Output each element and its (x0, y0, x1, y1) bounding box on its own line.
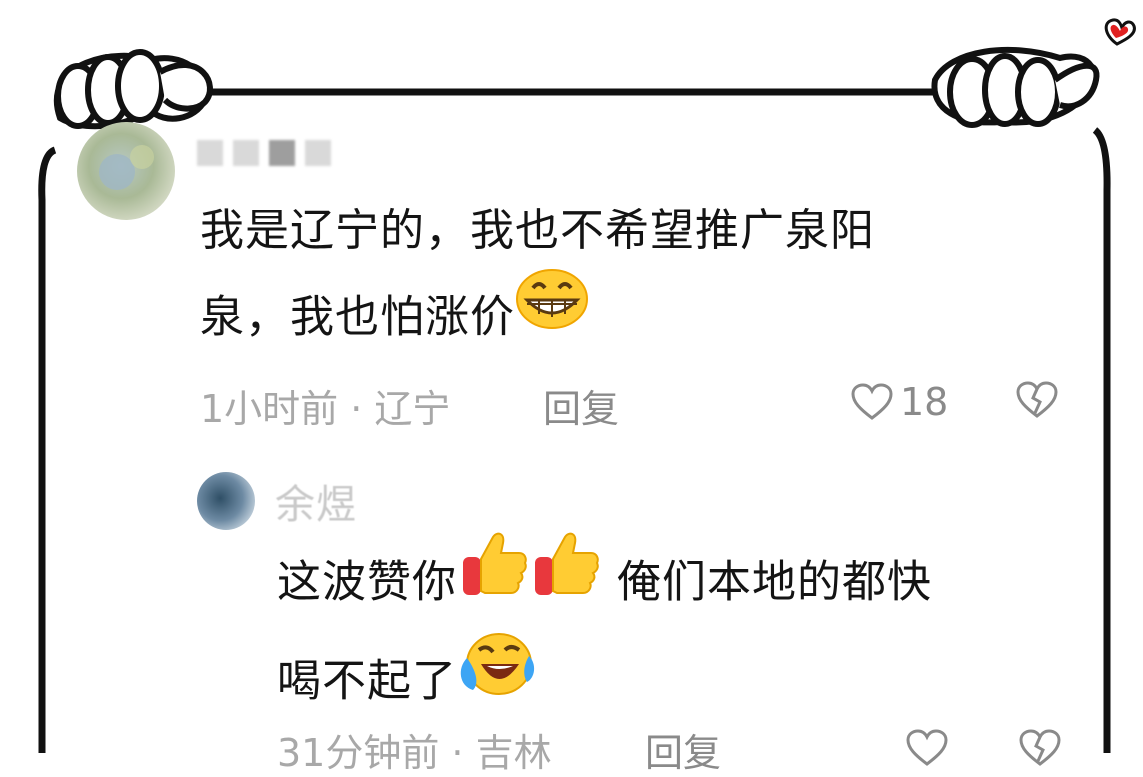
dislike-button[interactable] (1018, 728, 1062, 768)
laughing-tears-emoji-icon (457, 628, 537, 727)
right-hand-icon (931, 46, 1100, 128)
comment-text: 我是辽宁的，我也不希望推广泉阳 泉，我也怕涨价 (200, 188, 1080, 365)
heart-outline-icon (850, 382, 894, 422)
comment-time-location: 1小时前 · 辽宁 (200, 387, 451, 431)
reply-button[interactable]: 回复 (645, 722, 721, 777)
left-hand-icon (54, 49, 213, 130)
avatar[interactable] (197, 472, 255, 530)
like-button[interactable] (905, 728, 949, 768)
comment-line: 喝不起了 (277, 633, 1077, 733)
comment-line: 我是辽宁的，我也不希望推广泉阳 (200, 205, 875, 256)
like-count: 18 (900, 380, 949, 424)
thumbs-up-emoji-icon (457, 529, 529, 628)
comment-line: 泉，我也怕涨价 (200, 269, 1080, 365)
like-button[interactable]: 18 (850, 380, 948, 424)
username-redacted (197, 140, 331, 166)
comment-time-location: 31分钟前 · 吉林 (277, 731, 552, 775)
comment-line: 这波赞你 俺们本地的都快 (277, 532, 1077, 634)
thumbs-up-emoji-icon (529, 529, 601, 628)
heart-outline-icon (905, 728, 949, 768)
broken-heart-icon (1015, 380, 1059, 420)
reply-button[interactable]: 回复 (543, 378, 619, 433)
broken-heart-icon (1018, 728, 1062, 768)
dislike-button[interactable] (1015, 380, 1059, 420)
avatar[interactable] (77, 122, 175, 220)
grin-emoji-icon (515, 268, 589, 359)
username: 余煜 (275, 482, 357, 528)
comment-text: 这波赞你 俺们本地的都快 喝不起了 (277, 532, 1077, 733)
